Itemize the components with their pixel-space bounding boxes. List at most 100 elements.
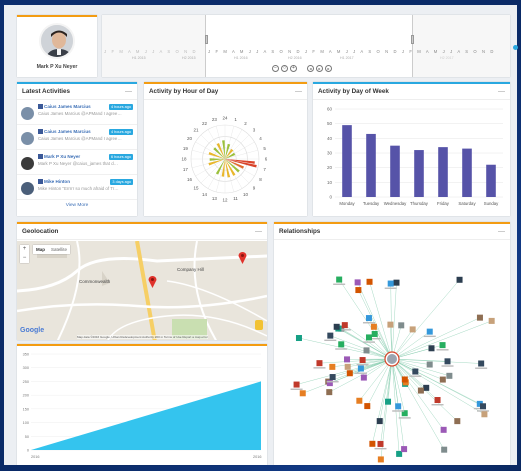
relationships-graph[interactable]: [274, 241, 510, 465]
timeline[interactable]: J F M A M J J A S O N D J F M A M J J A …: [102, 15, 510, 77]
activity-author[interactable]: Caius James Marcius: [44, 129, 91, 134]
panel-title: Latest Activities: [22, 88, 71, 95]
graph-node-label: [326, 381, 339, 383]
graph-edge: [339, 279, 393, 360]
map-pin-icon[interactable]: [238, 251, 247, 264]
zoom-in-icon[interactable]: +: [290, 65, 297, 72]
graph-node: [360, 374, 367, 381]
step-forward-icon[interactable]: ▸: [325, 65, 332, 72]
map-place-label: Company Hill: [177, 267, 204, 272]
bar: [390, 145, 400, 197]
timeline-controls: − ○ + ◂ ▸ ▸: [272, 65, 332, 72]
graph-node: [480, 403, 487, 410]
timeline-cursor[interactable]: [411, 35, 414, 44]
activity-item[interactable]: 6 hours ago Mark P Xu Neyer Mark P Xu Ney…: [17, 150, 137, 175]
graph-edge: [391, 320, 492, 360]
timeline-half: H1 2017: [340, 56, 354, 60]
graph-node: [364, 403, 371, 410]
step-back-icon[interactable]: ◂: [307, 65, 314, 72]
twitter-icon: [38, 104, 43, 110]
hour-label: 19: [183, 146, 189, 151]
zoom-out-icon[interactable]: −: [272, 65, 279, 72]
graph-node: [441, 446, 448, 453]
panel-title: Relationships: [279, 228, 321, 235]
hour-label: 16: [187, 177, 193, 182]
graph-node: [393, 279, 400, 286]
map-attribution: Map data ©2016 Google, Urban Redevelopme…: [77, 335, 208, 339]
activity-area-panel: 0 50 100 150 200 250 300 350 2016 2016: [17, 344, 267, 465]
relationships-panel: Relationships —: [274, 222, 510, 465]
activity-author[interactable]: Mike Hinton: [44, 179, 70, 184]
x-tick-label: 2016: [253, 455, 261, 459]
latest-activities-panel: Latest Activities — 4 hours ago Caius Jame…: [17, 82, 137, 216]
x-tick-label: Sunday: [484, 201, 499, 206]
map-place-label: Commonwealth: [79, 279, 111, 284]
graph-node: [387, 321, 394, 328]
graph-node: [440, 426, 447, 433]
minimize-icon[interactable]: —: [125, 88, 132, 95]
map-type-toggle: Map Satellite: [33, 245, 71, 254]
graph-node-label: [423, 335, 436, 338]
graph-node: [481, 411, 488, 418]
graph-node: [293, 381, 300, 388]
hour-label: 17: [183, 167, 189, 172]
graph-node: [428, 345, 435, 352]
bar: [366, 133, 376, 197]
area-series: [31, 381, 261, 450]
map-pin-icon[interactable]: [148, 275, 157, 288]
time-badge: 4 hours ago: [108, 104, 133, 110]
activity-item[interactable]: 4 hours ago Caius James Marcius Caius Jam…: [17, 125, 137, 150]
zoom-reset-icon[interactable]: ○: [281, 65, 288, 72]
timeline-strip-right: [412, 15, 510, 77]
activity-author[interactable]: Mark P Xu Neyer: [44, 154, 80, 159]
panel-title: Activity by Hour of Day: [149, 88, 219, 95]
satellite-tab[interactable]: Satellite: [48, 245, 70, 254]
map-zoom-control[interactable]: + −: [20, 245, 29, 263]
play-icon[interactable]: ▸: [316, 65, 323, 72]
x-tick-label: Wednesday: [384, 201, 407, 206]
minimize-icon[interactable]: —: [295, 88, 302, 95]
graph-node: [476, 314, 483, 321]
graph-node-label: [441, 365, 454, 367]
graph-node: [488, 317, 495, 324]
hour-label: 3: [253, 128, 256, 133]
activity-avatar: [21, 157, 34, 170]
profile-card[interactable]: Mark P Xu Neyer: [17, 15, 97, 77]
graph-node: [369, 440, 376, 447]
activity-item[interactable]: 3 days ago Mike Hinton Mike Hinton "Errrr…: [17, 175, 137, 200]
graph-node: [478, 360, 485, 367]
graph-node: [376, 418, 383, 425]
x-tick-label: Saturday: [458, 201, 476, 206]
view-more-link[interactable]: View More: [17, 203, 137, 208]
graph-node: [344, 363, 351, 370]
graph-node-label: [398, 417, 411, 419]
activity-author[interactable]: Caius James Marcius: [44, 104, 91, 109]
y-tick-label: 50: [25, 435, 29, 439]
activity-message: Caius James Marcius @APMand I agree…: [38, 136, 122, 142]
activity-item[interactable]: 4 hours ago Caius James Marcius Caius Jam…: [17, 100, 137, 125]
timeline-half: H1 2015: [132, 56, 146, 60]
activity-message: Mark P Xu Neyer @caius_james that d…: [38, 161, 119, 167]
graph-node: [354, 279, 361, 286]
graph-node: [426, 361, 433, 368]
y-tick-label: 20: [327, 165, 333, 170]
activity-avatar: [21, 182, 34, 195]
y-tick-label: 10: [327, 180, 333, 185]
graph-node-label: [324, 339, 337, 342]
graph-node: [316, 360, 323, 367]
hour-label: 24: [222, 116, 228, 121]
activity-message: Caius James Marcius @APMand I agree…: [38, 111, 122, 117]
minimize-icon[interactable]: —: [255, 228, 262, 235]
timeline-cursor[interactable]: [205, 35, 208, 44]
graph-node-label: [374, 447, 387, 450]
graph-edge: [357, 282, 393, 360]
hour-label: 4: [259, 136, 262, 141]
map-tab[interactable]: Map: [33, 245, 48, 254]
time-badge: 6 hours ago: [108, 154, 133, 160]
minimize-icon[interactable]: —: [498, 88, 505, 95]
graph-node: [444, 358, 451, 365]
street-view-icon[interactable]: [255, 320, 263, 330]
minimize-icon[interactable]: —: [498, 228, 505, 235]
graph-node: [344, 356, 351, 363]
map-view[interactable]: + − Map Satellite Commonwealth Company Hi…: [17, 241, 267, 340]
